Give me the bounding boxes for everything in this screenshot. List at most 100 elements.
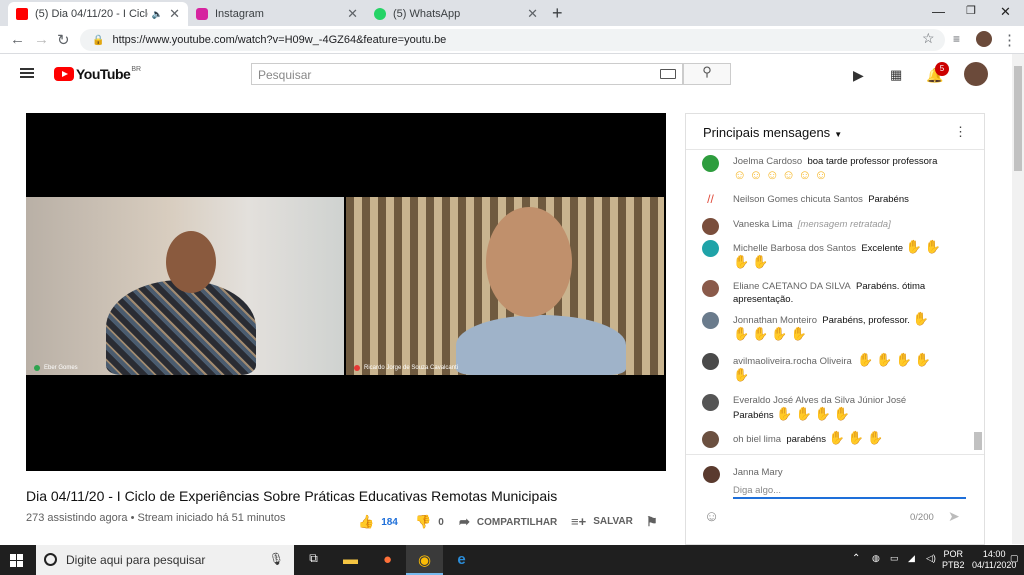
browser-tabbar: (5) Dia 04/11/20 - I Ciclo de 🔈 ✕ Instag… bbox=[0, 0, 1024, 26]
speaker-icon[interactable]: 🔈 bbox=[152, 9, 163, 20]
laugh-emoji: ☺ bbox=[814, 167, 828, 182]
chat-message[interactable]: // Neilson Gomes chicuta Santos Parabéns bbox=[702, 193, 972, 206]
browser-menu-icon[interactable]: ⋮ bbox=[1002, 31, 1017, 49]
forward-icon[interactable]: → bbox=[34, 31, 49, 48]
restore-icon[interactable]: ❐ bbox=[966, 4, 976, 17]
laugh-emoji: ☺ bbox=[733, 167, 747, 182]
youtube-tab-icon bbox=[16, 8, 28, 20]
minimize-icon[interactable]: — bbox=[932, 4, 945, 19]
participant-body bbox=[106, 280, 256, 375]
close-icon[interactable]: ✕ bbox=[169, 6, 180, 22]
chat-input-placeholder: Diga algo... bbox=[733, 485, 782, 496]
language-indicator[interactable]: POR PTB2 bbox=[942, 549, 965, 571]
search-icon: ⚲ bbox=[702, 64, 712, 79]
task-view-icon[interactable]: ⧉ bbox=[295, 545, 332, 575]
create-video-icon[interactable]: ▶ bbox=[853, 67, 864, 84]
chat-message[interactable]: avilmaoliveira.rocha Oliveira ✋ ✋ ✋ ✋ ✋ bbox=[702, 353, 972, 383]
page-scrollbar[interactable] bbox=[1012, 54, 1024, 544]
network-icon[interactable]: ◍ bbox=[872, 553, 880, 564]
keyboard-icon[interactable] bbox=[660, 69, 676, 79]
reload-icon[interactable]: ↻ bbox=[57, 31, 70, 49]
chat-message[interactable]: oh biel lima parabéns ✋ ✋ ✋ bbox=[702, 431, 972, 448]
windows-icon[interactable] bbox=[10, 554, 23, 567]
clap-emoji: ✋ bbox=[905, 239, 922, 254]
tab-title: Instagram bbox=[215, 8, 264, 20]
video-player[interactable]: Eber Gomes Ricardo Jorge de Souza Cavalc… bbox=[26, 113, 666, 471]
instagram-icon bbox=[196, 8, 208, 20]
participant-label: Eber Gomes bbox=[34, 365, 78, 371]
youtube-logo[interactable]: YouTube BR bbox=[54, 66, 141, 82]
clap-emoji: ✋ bbox=[752, 326, 769, 341]
star-icon[interactable]: ☆ bbox=[922, 30, 935, 47]
avatar bbox=[703, 466, 720, 483]
account-avatar[interactable] bbox=[964, 62, 988, 86]
menu-icon[interactable] bbox=[20, 68, 34, 78]
chat-header-title: Principais mensagens bbox=[703, 125, 831, 140]
chat-message[interactable]: Joelma Cardoso boa tarde professor profe… bbox=[702, 155, 972, 183]
flag-icon: ⚑ bbox=[646, 514, 658, 529]
chat-message[interactable]: Jonnathan Monteiro Parabéns, professor. … bbox=[702, 312, 972, 342]
chat-scrollbar[interactable] bbox=[973, 152, 982, 452]
report-button[interactable]: ⚑ bbox=[646, 514, 665, 530]
search-input[interactable]: Pesquisar bbox=[251, 63, 683, 85]
window-close-icon[interactable]: ✕ bbox=[1000, 4, 1011, 20]
taskbar-search[interactable]: Digite aqui para pesquisar 🎙 bbox=[36, 545, 294, 575]
message-author: Joelma Cardoso bbox=[733, 156, 803, 167]
volume-icon[interactable]: ◁) bbox=[926, 553, 936, 564]
dislike-button[interactable]: 👎 0 bbox=[415, 514, 444, 530]
avatar bbox=[702, 431, 719, 448]
battery-icon[interactable]: ▭ bbox=[890, 553, 899, 564]
chat-input[interactable]: Diga algo... bbox=[733, 483, 966, 499]
search-button[interactable]: ⚲ bbox=[683, 63, 731, 85]
profile-avatar[interactable] bbox=[976, 31, 992, 47]
chat-message[interactable]: Eliane CAETANO DA SILVA Parabéns. ótima … bbox=[702, 280, 972, 306]
like-button[interactable]: 👍 184 bbox=[358, 514, 398, 530]
chat-message[interactable]: Michelle Barbosa dos Santos Excelente ✋ ✋… bbox=[702, 240, 972, 270]
close-icon[interactable]: ✕ bbox=[527, 6, 538, 22]
language-code: POR bbox=[943, 549, 964, 559]
avatar bbox=[702, 155, 719, 172]
send-icon[interactable]: ➤ bbox=[948, 508, 960, 525]
url-field[interactable]: 🔒 https://www.youtube.com/watch?v=H09w_-… bbox=[80, 29, 945, 51]
cortana-icon bbox=[44, 553, 57, 566]
message-text: Parabéns bbox=[733, 410, 774, 421]
close-icon[interactable]: ✕ bbox=[347, 6, 358, 22]
scrollbar-thumb[interactable] bbox=[1014, 66, 1022, 171]
emoji-icon[interactable]: ☺ bbox=[704, 508, 719, 525]
clap-emoji: ✋ bbox=[814, 406, 831, 421]
message-author: Michelle Barbosa dos Santos bbox=[733, 243, 857, 254]
save-button[interactable]: ≡+ SALVAR bbox=[571, 514, 633, 529]
media-control-icon[interactable]: ≡ bbox=[953, 32, 960, 46]
clock-time: 14:00 bbox=[982, 549, 1006, 559]
mic-icon[interactable]: 🎙 bbox=[269, 552, 284, 566]
tab-instagram[interactable]: Instagram ✕ bbox=[188, 2, 366, 26]
chat-mode-dropdown[interactable]: Principais mensagens ▼ bbox=[686, 114, 984, 150]
scrollbar-thumb[interactable] bbox=[974, 432, 982, 450]
chat-message[interactable]: Everaldo José Alves da Silva Júnior José… bbox=[702, 394, 972, 422]
notification-center-icon[interactable]: ▢ bbox=[1010, 553, 1019, 564]
clap-emoji: ✋ bbox=[752, 254, 769, 269]
tab-youtube[interactable]: (5) Dia 04/11/20 - I Ciclo de 🔈 ✕ bbox=[8, 2, 188, 26]
youtube-header: YouTube BR Pesquisar ⚲ ▶ ▦ 🔔 5 bbox=[0, 54, 1012, 96]
share-button[interactable]: ➦ COMPARTILHAR bbox=[459, 514, 557, 530]
chrome-icon[interactable]: ◉ bbox=[406, 545, 443, 575]
more-options-icon[interactable]: ⋮ bbox=[954, 124, 967, 140]
laugh-emoji: ☺ bbox=[781, 167, 796, 182]
apps-icon[interactable]: ▦ bbox=[890, 67, 902, 83]
dislike-icon: 👎 bbox=[415, 514, 432, 529]
chat-compose: Janna Mary Diga algo... ☺ 0/200 ➤ bbox=[686, 454, 984, 546]
file-explorer-icon[interactable]: ▬ bbox=[332, 545, 369, 575]
url-text: https://www.youtube.com/watch?v=H09w_-4G… bbox=[112, 34, 447, 46]
firefox-icon[interactable]: ● bbox=[369, 545, 406, 575]
avatar: // bbox=[707, 192, 714, 206]
laugh-emoji: ☺ bbox=[798, 167, 812, 182]
back-icon[interactable]: ← bbox=[10, 31, 25, 48]
wifi-icon[interactable]: ◢ bbox=[908, 553, 915, 564]
tray-overflow-icon[interactable]: ⌃ bbox=[852, 553, 860, 564]
chat-message[interactable]: Vaneska Lima [mensagem retratada] bbox=[702, 218, 972, 235]
avatar bbox=[702, 394, 719, 411]
tab-whatsapp[interactable]: (5) WhatsApp ✕ bbox=[366, 2, 546, 26]
clap-emoji: ✋ bbox=[912, 311, 929, 326]
new-tab-icon[interactable]: + bbox=[552, 3, 563, 24]
edge-icon[interactable]: e bbox=[443, 545, 480, 575]
